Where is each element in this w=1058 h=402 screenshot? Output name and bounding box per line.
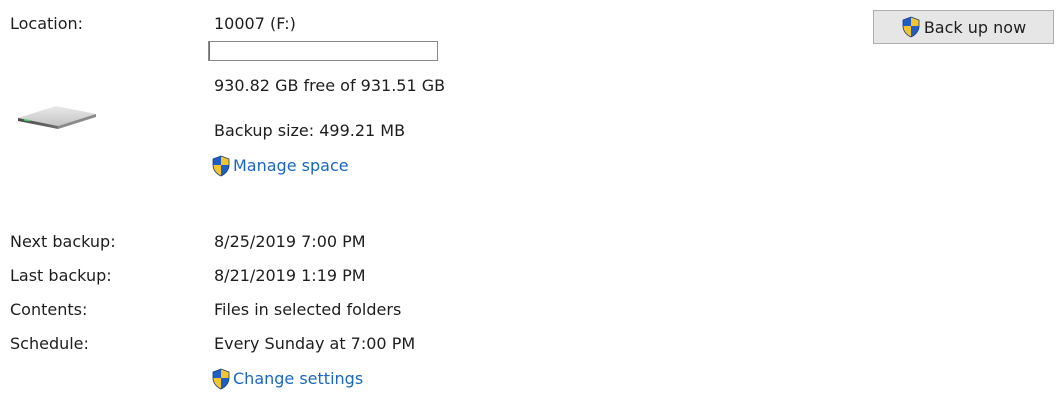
manage-space-label: Manage space <box>233 156 349 175</box>
uac-shield-icon <box>902 16 920 38</box>
change-settings-link[interactable]: Change settings <box>211 368 363 390</box>
schedule-label: Schedule: <box>10 334 89 353</box>
next-backup-value: 8/25/2019 7:00 PM <box>214 232 366 251</box>
manage-space-link[interactable]: Manage space <box>211 155 349 177</box>
last-backup-value: 8/21/2019 1:19 PM <box>214 266 366 285</box>
hard-drive-icon <box>18 106 96 129</box>
location-label: Location: <box>10 14 84 33</box>
backup-size: Backup size: 499.21 MB <box>214 121 406 140</box>
back-up-now-label: Back up now <box>923 17 1027 37</box>
last-backup-label: Last backup: <box>10 266 112 285</box>
back-up-now-button[interactable]: Back up now <box>873 10 1054 44</box>
drive-usage-bar <box>208 41 438 61</box>
uac-shield-icon <box>212 155 230 177</box>
next-backup-label: Next backup: <box>10 232 116 251</box>
drive-name: 10007 (F:) <box>214 14 296 33</box>
contents-value: Files in selected folders <box>214 300 402 319</box>
drive-usage-fill <box>209 42 210 60</box>
change-settings-label: Change settings <box>233 369 364 388</box>
drive-free-space: 930.82 GB free of 931.51 GB <box>214 76 446 95</box>
contents-label: Contents: <box>10 300 88 319</box>
schedule-value: Every Sunday at 7:00 PM <box>214 334 416 353</box>
uac-shield-icon <box>212 368 230 390</box>
